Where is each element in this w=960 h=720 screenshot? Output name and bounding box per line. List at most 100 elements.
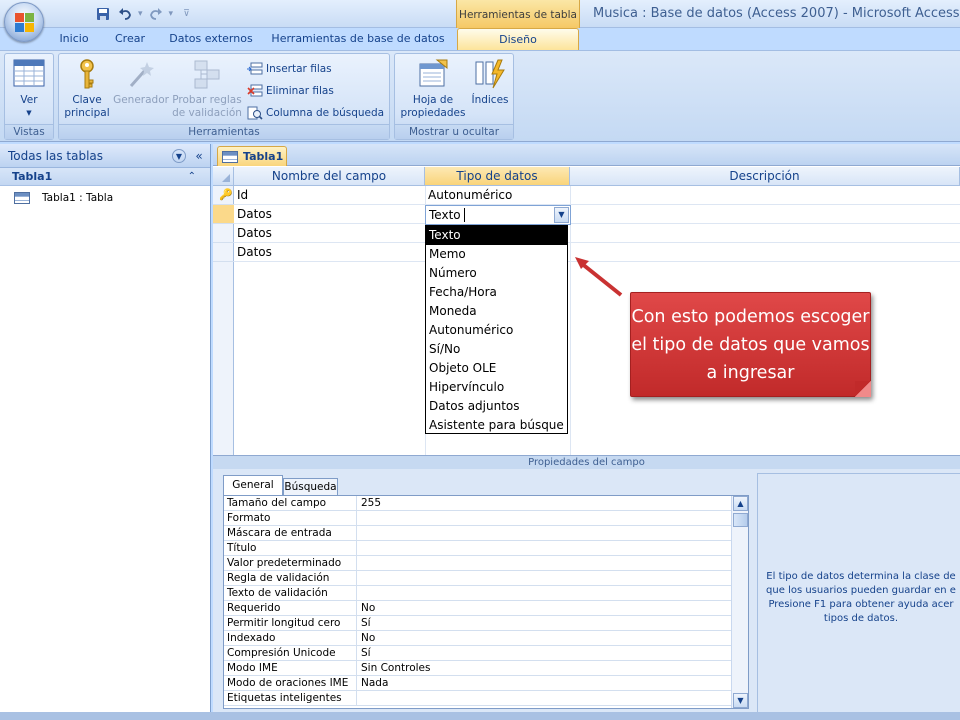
table-icon bbox=[222, 150, 238, 163]
property-value[interactable] bbox=[358, 541, 361, 556]
property-value[interactable]: No bbox=[358, 601, 375, 616]
field-name-cell[interactable]: Datos bbox=[234, 243, 425, 262]
dropdown-option-asistente[interactable]: Asistente para búsque bbox=[426, 416, 567, 435]
property-value[interactable] bbox=[358, 556, 361, 571]
property-row[interactable]: Permitir longitud cero Sí bbox=[224, 616, 748, 631]
dropdown-option-autonumerico[interactable]: Autonumérico bbox=[426, 321, 567, 340]
dropdown-option-objeto-ole[interactable]: Objeto OLE bbox=[426, 359, 567, 378]
table-icon bbox=[14, 192, 30, 204]
dropdown-option-si-no[interactable]: Sí/No bbox=[426, 340, 567, 359]
scroll-up-icon[interactable]: ▲ bbox=[733, 496, 748, 511]
row-selector-2[interactable] bbox=[213, 205, 234, 224]
test-validation-button[interactable]: Probar reglas de validación bbox=[171, 58, 243, 120]
tab-datos-externos[interactable]: Datos externos bbox=[164, 28, 258, 50]
property-row[interactable]: Requerido No bbox=[224, 601, 748, 616]
primary-key-button[interactable]: Clave principal bbox=[63, 58, 111, 120]
row-selector-3[interactable] bbox=[213, 224, 234, 243]
document-tab-tabla1[interactable]: Tabla1 bbox=[217, 146, 287, 166]
property-row[interactable]: Regla de validación bbox=[224, 571, 748, 586]
collapse-group-icon[interactable]: ⌃ bbox=[188, 168, 196, 186]
indexes-label: Índices bbox=[471, 94, 509, 106]
property-value[interactable] bbox=[358, 691, 361, 706]
chevron-down-icon[interactable]: ▼ bbox=[554, 207, 569, 223]
view-button[interactable]: Ver ▼ bbox=[9, 58, 49, 120]
column-header-data-type[interactable]: Tipo de datos bbox=[425, 167, 570, 186]
property-sheet-button[interactable]: Hoja de propiedades bbox=[397, 58, 469, 120]
property-row[interactable]: Modo IME Sin Controles bbox=[224, 661, 748, 676]
column-header-field-name[interactable]: Nombre del campo bbox=[234, 167, 425, 186]
tab-herramientas-bd[interactable]: Herramientas de base de datos bbox=[270, 28, 446, 50]
row-selector-4[interactable] bbox=[213, 243, 234, 262]
column-header-description[interactable]: Descripción bbox=[570, 167, 960, 186]
nav-collapse-icon[interactable]: « bbox=[192, 149, 206, 163]
property-value[interactable] bbox=[358, 526, 361, 541]
office-button[interactable] bbox=[4, 2, 44, 42]
undo-dropdown-icon[interactable]: ▾ bbox=[138, 9, 143, 19]
dropdown-option-fecha-hora[interactable]: Fecha/Hora bbox=[426, 283, 567, 302]
dropdown-option-datos-adjuntos[interactable]: Datos adjuntos bbox=[426, 397, 567, 416]
property-value[interactable] bbox=[358, 511, 361, 526]
property-row[interactable]: Modo de oraciones IME Nada bbox=[224, 676, 748, 691]
property-value[interactable]: Sí bbox=[358, 646, 371, 661]
nav-group-tabla1[interactable]: Tabla1 ⌃ bbox=[0, 168, 210, 186]
nav-header[interactable]: Todas las tablas ▼ « bbox=[0, 144, 210, 168]
property-row[interactable]: Tamaño del campo 255 bbox=[224, 496, 748, 511]
property-row[interactable]: Compresión Unicode Sí bbox=[224, 646, 748, 661]
scroll-thumb[interactable] bbox=[733, 513, 748, 527]
dropdown-option-numero[interactable]: Número bbox=[426, 264, 567, 283]
page-fold-icon bbox=[855, 381, 871, 397]
property-value[interactable] bbox=[358, 571, 361, 586]
customize-icon[interactable]: ⊽ bbox=[183, 9, 190, 19]
data-type-combo[interactable]: Texto ▼ bbox=[425, 205, 571, 225]
save-icon[interactable] bbox=[94, 5, 112, 23]
indexes-button[interactable]: Índices bbox=[469, 58, 511, 107]
dropdown-option-texto[interactable]: Texto bbox=[426, 226, 567, 245]
dropdown-option-moneda[interactable]: Moneda bbox=[426, 302, 567, 321]
undo-icon[interactable] bbox=[116, 5, 134, 23]
property-row[interactable]: Indexado No bbox=[224, 631, 748, 646]
tab-crear[interactable]: Crear bbox=[108, 28, 152, 50]
property-value[interactable]: No bbox=[358, 631, 375, 646]
redo-icon[interactable] bbox=[147, 5, 165, 23]
builder-button[interactable]: Generador bbox=[113, 58, 169, 107]
property-row[interactable]: Etiquetas inteligentes bbox=[224, 691, 748, 706]
data-type-cell[interactable]: Autonumérico bbox=[425, 186, 570, 205]
property-label: Modo de oraciones IME bbox=[224, 676, 357, 691]
contextual-tab-header: Herramientas de tabla bbox=[456, 0, 580, 28]
property-row[interactable]: Título bbox=[224, 541, 748, 556]
delete-rows-button[interactable]: Eliminar filas bbox=[247, 82, 334, 100]
property-value[interactable] bbox=[358, 586, 361, 601]
tab-general[interactable]: General bbox=[223, 475, 283, 495]
field-name-cell[interactable]: Id bbox=[234, 186, 425, 205]
help-line: El tipo de datos determina la clase de bbox=[766, 571, 956, 582]
property-row[interactable]: Texto de validación bbox=[224, 586, 748, 601]
data-type-combo-value: Texto bbox=[429, 208, 461, 222]
field-name-cell[interactable]: Datos bbox=[234, 205, 425, 224]
property-row[interactable]: Formato bbox=[224, 511, 748, 526]
property-row[interactable]: Máscara de entrada bbox=[224, 526, 748, 541]
scroll-down-icon[interactable]: ▼ bbox=[733, 693, 748, 708]
redo-dropdown-icon[interactable]: ▾ bbox=[169, 9, 174, 19]
property-value[interactable]: 255 bbox=[358, 496, 381, 511]
nav-menu-icon[interactable]: ▼ bbox=[172, 149, 186, 163]
row-selector-1[interactable]: 🔑 bbox=[213, 186, 234, 205]
tab-busqueda[interactable]: Búsqueda bbox=[283, 478, 338, 495]
property-value[interactable]: Sí bbox=[358, 616, 371, 631]
validation-icon bbox=[191, 58, 223, 90]
insert-rows-button[interactable]: Insertar filas bbox=[247, 60, 332, 78]
grid-select-all[interactable] bbox=[213, 167, 234, 186]
help-line: tipos de datos. bbox=[823, 613, 899, 624]
property-row[interactable]: Valor predeterminado bbox=[224, 556, 748, 571]
properties-scrollbar[interactable]: ▲ ▼ bbox=[731, 496, 748, 708]
lookup-column-button[interactable]: Columna de búsqueda bbox=[247, 104, 384, 122]
tab-inicio[interactable]: Inicio bbox=[52, 28, 96, 50]
property-value[interactable]: Sin Controles bbox=[358, 661, 430, 676]
indexes-icon bbox=[474, 58, 506, 90]
dropdown-option-memo[interactable]: Memo bbox=[426, 245, 567, 264]
nav-item-tabla1[interactable]: Tabla1 : Tabla bbox=[0, 188, 210, 208]
property-value[interactable]: Nada bbox=[358, 676, 388, 691]
tab-diseno[interactable]: Diseño bbox=[457, 28, 579, 50]
field-name-cell[interactable]: Datos bbox=[234, 224, 425, 243]
dropdown-option-hipervinculo[interactable]: Hipervínculo bbox=[426, 378, 567, 397]
property-label: Requerido bbox=[224, 601, 357, 616]
